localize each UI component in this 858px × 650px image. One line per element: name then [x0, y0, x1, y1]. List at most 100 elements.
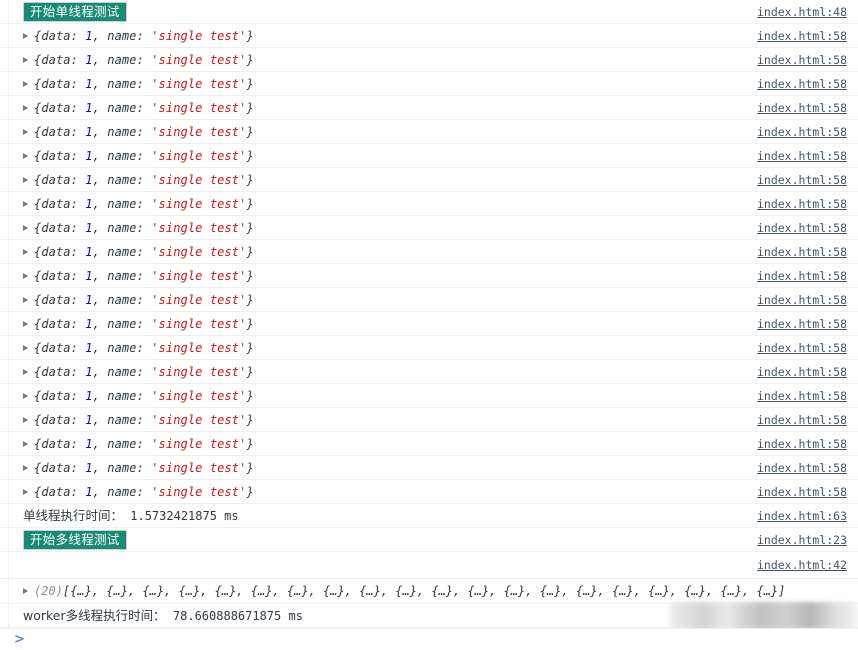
source-location-link[interactable]: index.html:58 — [757, 484, 858, 500]
object-preview[interactable]: {data: 1, name: 'single test'} — [34, 28, 254, 44]
object-preview[interactable]: {data: 1, name: 'single test'} — [34, 172, 254, 188]
object-preview[interactable]: {data: 1, name: 'single test'} — [34, 196, 254, 212]
source-location-link[interactable]: index.html:58 — [757, 292, 858, 308]
object-token-str: 'single test' — [151, 412, 247, 427]
disclosure-triangle-icon[interactable] — [23, 440, 28, 447]
disclosure-triangle-icon[interactable] — [23, 392, 28, 399]
prompt-chevron-icon: > — [14, 631, 25, 647]
object-token-suffix: } — [246, 364, 254, 379]
object-token-key2: name: — [107, 220, 144, 235]
disclosure-triangle-icon[interactable] — [23, 320, 28, 327]
disclosure-triangle-icon[interactable] — [23, 464, 28, 471]
source-location-link[interactable]: index.html:58 — [757, 148, 858, 164]
disclosure-triangle-icon[interactable] — [23, 588, 28, 594]
disclosure-triangle-icon[interactable] — [23, 152, 28, 159]
object-preview[interactable]: {data: 1, name: 'single test'} — [34, 460, 254, 476]
disclosure-triangle-icon[interactable] — [23, 488, 28, 495]
object-token-num: 1 — [85, 460, 93, 475]
object-preview[interactable]: {data: 1, name: 'single test'} — [34, 484, 254, 500]
source-location-link[interactable]: index.html:58 — [757, 124, 858, 140]
object-token-num: 1 — [85, 340, 93, 355]
object-preview[interactable]: {data: 1, name: 'single test'} — [34, 220, 254, 236]
source-location-link[interactable]: index.html:63 — [757, 508, 858, 524]
disclosure-triangle-icon[interactable] — [23, 32, 28, 39]
disclosure-triangle-icon[interactable] — [23, 296, 28, 303]
object-token-sep: , — [92, 220, 108, 235]
disclosure-triangle-icon[interactable] — [23, 248, 28, 255]
object-preview[interactable]: {data: 1, name: 'single test'} — [34, 244, 254, 260]
source-location-link[interactable]: index.html:58 — [757, 76, 858, 92]
disclosure-triangle-icon[interactable] — [23, 176, 28, 183]
source-location-link[interactable]: index.html:58 — [757, 268, 858, 284]
object-token-num: 1 — [85, 52, 93, 67]
object-token-suffix: } — [246, 316, 254, 331]
source-location-link[interactable]: index.html:58 — [757, 436, 858, 452]
source-location-link[interactable]: index.html:58 — [757, 172, 858, 188]
disclosure-triangle-icon[interactable] — [23, 104, 28, 111]
object-preview[interactable]: {data: 1, name: 'single test'} — [34, 268, 254, 284]
object-token-key2: name: — [107, 244, 144, 259]
object-token-suffix: } — [246, 340, 254, 355]
disclosure-triangle-icon[interactable] — [23, 344, 28, 351]
object-preview[interactable]: {data: 1, name: 'single test'} — [34, 388, 254, 404]
object-token-key2: name: — [107, 28, 144, 43]
source-location-link[interactable]: index.html:58 — [757, 100, 858, 116]
object-token-str: 'single test' — [151, 316, 247, 331]
source-location-link[interactable]: index.html:58 — [757, 28, 858, 44]
source-location-link[interactable]: index.html:48 — [757, 4, 858, 20]
object-preview[interactable]: {data: 1, name: 'single test'} — [34, 412, 254, 428]
console-prompt-input[interactable] — [24, 631, 858, 647]
object-preview[interactable]: {data: 1, name: 'single test'} — [34, 148, 254, 164]
object-preview[interactable]: {data: 1, name: 'single test'} — [34, 364, 254, 380]
disclosure-triangle-icon[interactable] — [23, 200, 28, 207]
source-location-link[interactable]: index.html:58 — [757, 412, 858, 428]
disclosure-triangle-icon[interactable] — [23, 224, 28, 231]
object-preview[interactable]: {data: 1, name: 'single test'} — [34, 340, 254, 356]
console-message-body: 开始多线程测试 — [9, 529, 757, 550]
source-location-link[interactable]: index.html:58 — [757, 388, 858, 404]
source-location-link[interactable]: index.html:58 — [757, 220, 858, 236]
source-location-link[interactable]: index.html:23 — [757, 532, 858, 548]
disclosure-triangle-icon[interactable] — [23, 272, 28, 279]
source-location-link[interactable]: index.html:58 — [757, 364, 858, 380]
object-preview[interactable]: {data: 1, name: 'single test'} — [34, 52, 254, 68]
disclosure-triangle-icon[interactable] — [23, 128, 28, 135]
object-preview[interactable]: {data: 1, name: 'single test'} — [34, 316, 254, 332]
object-token-key2: name: — [107, 436, 144, 451]
object-token-str: 'single test' — [151, 100, 247, 115]
console-message-body: {data: 1, name: 'single test'} — [9, 316, 757, 332]
object-token-suffix: } — [246, 76, 254, 91]
console-message-body: {data: 1, name: 'single test'} — [9, 172, 757, 188]
console-message-row: {data: 1, name: 'single test'} index.html… — [0, 144, 858, 168]
source-location-link[interactable]: index.html:58 — [757, 340, 858, 356]
source-location-link[interactable]: index.html:58 — [757, 52, 858, 68]
disclosure-triangle-icon[interactable] — [23, 80, 28, 87]
source-location-link[interactable]: index.html:42 — [757, 557, 858, 573]
object-token-key1: data: — [41, 52, 78, 67]
object-token-suffix: } — [246, 460, 254, 475]
disclosure-triangle-icon[interactable] — [23, 56, 28, 63]
object-token-str: 'single test' — [151, 460, 247, 475]
object-preview[interactable]: {data: 1, name: 'single test'} — [34, 292, 254, 308]
object-token-sep: , — [92, 388, 108, 403]
object-token-sep: , — [92, 124, 108, 139]
console-prompt-row[interactable]: > — [0, 628, 858, 649]
disclosure-triangle-icon[interactable] — [23, 416, 28, 423]
object-token-str: 'single test' — [151, 292, 247, 307]
object-preview[interactable]: {data: 1, name: 'single test'} — [34, 436, 254, 452]
object-token-key1: data: — [41, 292, 78, 307]
console-message-body: {data: 1, name: 'single test'} — [9, 484, 757, 500]
object-preview[interactable]: {data: 1, name: 'single test'} — [34, 100, 254, 116]
object-preview[interactable]: {data: 1, name: 'single test'} — [34, 124, 254, 140]
source-location-link[interactable]: index.html:58 — [757, 460, 858, 476]
source-location-link[interactable]: index.html:58 — [757, 244, 858, 260]
object-token-key2: name: — [107, 172, 144, 187]
source-location-link[interactable]: index.html:58 — [757, 316, 858, 332]
source-location-link[interactable]: index.html:58 — [757, 196, 858, 212]
disclosure-triangle-icon[interactable] — [23, 368, 28, 375]
object-token-sep: , — [92, 364, 108, 379]
console-message-row: {data: 1, name: 'single test'} index.html… — [0, 288, 858, 312]
object-token-num: 1 — [85, 388, 93, 403]
array-preview[interactable]: [{…}, {…}, {…}, {…}, {…}, {…}, {…}, {…},… — [63, 583, 785, 599]
object-preview[interactable]: {data: 1, name: 'single test'} — [34, 76, 254, 92]
